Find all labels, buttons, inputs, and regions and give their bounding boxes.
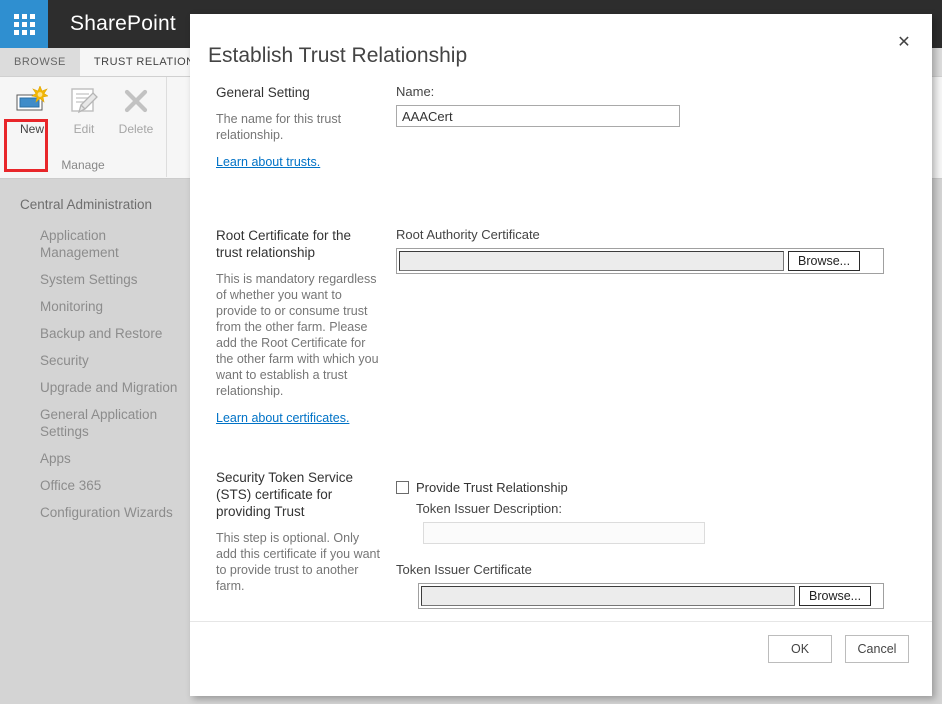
section-root-certificate-info: Root Certificate for the trust relations…	[216, 227, 380, 427]
provide-trust-relationship-row: Provide Trust Relationship	[396, 480, 906, 495]
nav-header-central-administration[interactable]: Central Administration	[0, 197, 190, 222]
close-icon[interactable]: ✕	[890, 28, 918, 56]
edit-button[interactable]: Edit	[58, 81, 110, 136]
section-root-certificate-heading: Root Certificate for the trust relations…	[216, 228, 352, 260]
ok-button[interactable]: OK	[768, 635, 832, 663]
root-authority-certificate-browse-button[interactable]: Browse...	[788, 251, 861, 271]
sidebar-item-general-application-settings[interactable]: General Application Settings	[0, 401, 190, 445]
sidebar-item-office-365[interactable]: Office 365	[0, 472, 190, 499]
establish-trust-relationship-dialog: ✕ Establish Trust Relationship General S…	[190, 14, 932, 696]
section-general-setting-info: General Setting The name for this trust …	[216, 84, 380, 171]
sidebar-item-application-management[interactable]: Application Management	[0, 222, 190, 266]
new-button-label: New	[19, 122, 44, 136]
provide-trust-relationship-label[interactable]: Provide Trust Relationship	[416, 480, 568, 495]
name-input[interactable]	[396, 105, 680, 127]
learn-about-trusts-link[interactable]: Learn about trusts.	[216, 155, 320, 169]
quick-launch-nav: Central Administration Application Manag…	[0, 179, 190, 526]
sidebar-item-security[interactable]: Security	[0, 347, 190, 374]
section-general-setting-description: The name for this trust relationship.	[216, 112, 342, 142]
new-item-icon	[16, 85, 48, 117]
app-launcher-button[interactable]	[0, 0, 48, 48]
ribbon-group-label: Manage	[61, 158, 105, 172]
section-sts-certificate-fields: Provide Trust Relationship Token Issuer …	[396, 469, 906, 609]
delete-button-label: Delete	[118, 122, 154, 136]
waffle-grid-icon	[13, 13, 35, 35]
sidebar-item-upgrade-and-migration[interactable]: Upgrade and Migration	[0, 374, 190, 401]
section-root-certificate-description: This is mandatory regardless of whether …	[216, 272, 379, 398]
edit-button-label: Edit	[73, 122, 95, 136]
learn-about-certificates-link[interactable]: Learn about certificates.	[216, 411, 349, 425]
sidebar-item-configuration-wizards[interactable]: Configuration Wizards	[0, 499, 190, 526]
ribbon-group-manage: New Edit Delete Manage	[0, 77, 167, 177]
section-sts-certificate-heading: Security Token Service (STS) certificate…	[216, 470, 354, 519]
token-issuer-certificate-label: Token Issuer Certificate	[396, 562, 532, 577]
root-authority-certificate-picker: Browse...	[396, 248, 884, 274]
sidebar-item-apps[interactable]: Apps	[0, 445, 190, 472]
sharepoint-brand-link[interactable]: SharePoint	[70, 12, 176, 36]
section-sts-certificate-info: Security Token Service (STS) certificate…	[216, 469, 380, 594]
provide-trust-relationship-checkbox[interactable]	[396, 481, 409, 494]
dialog-title: Establish Trust Relationship	[208, 44, 468, 67]
dialog-footer: OK Cancel	[190, 621, 932, 696]
section-sts-certificate-description: This step is optional. Only add this cer…	[216, 531, 380, 593]
sidebar-item-system-settings[interactable]: System Settings	[0, 266, 190, 293]
sidebar-item-monitoring[interactable]: Monitoring	[0, 293, 190, 320]
dialog-body: General Setting The name for this trust …	[190, 84, 932, 639]
ribbon-button-row: New Edit Delete	[0, 77, 166, 136]
delete-button[interactable]: Delete	[110, 81, 162, 136]
root-authority-certificate-label: Root Authority Certificate	[396, 227, 540, 242]
token-issuer-description-input[interactable]	[423, 522, 705, 544]
root-authority-certificate-input[interactable]	[399, 251, 784, 271]
sidebar-item-backup-and-restore[interactable]: Backup and Restore	[0, 320, 190, 347]
name-field-label: Name:	[396, 84, 435, 99]
token-issuer-certificate-picker: Browse...	[418, 583, 884, 609]
new-button[interactable]: New	[6, 81, 58, 136]
token-issuer-certificate-browse-button[interactable]: Browse...	[799, 586, 872, 606]
delete-x-icon	[121, 85, 151, 117]
section-general-setting-heading: General Setting	[216, 85, 310, 100]
edit-pencil-icon	[69, 85, 99, 117]
section-general-setting-fields: Name:	[396, 84, 906, 127]
token-issuer-certificate-input[interactable]	[421, 586, 795, 606]
token-issuer-description-label: Token Issuer Description:	[416, 501, 562, 516]
section-root-certificate-fields: Root Authority Certificate Browse...	[396, 227, 906, 274]
tab-browse[interactable]: BROWSE	[0, 48, 80, 76]
cancel-button[interactable]: Cancel	[845, 635, 909, 663]
